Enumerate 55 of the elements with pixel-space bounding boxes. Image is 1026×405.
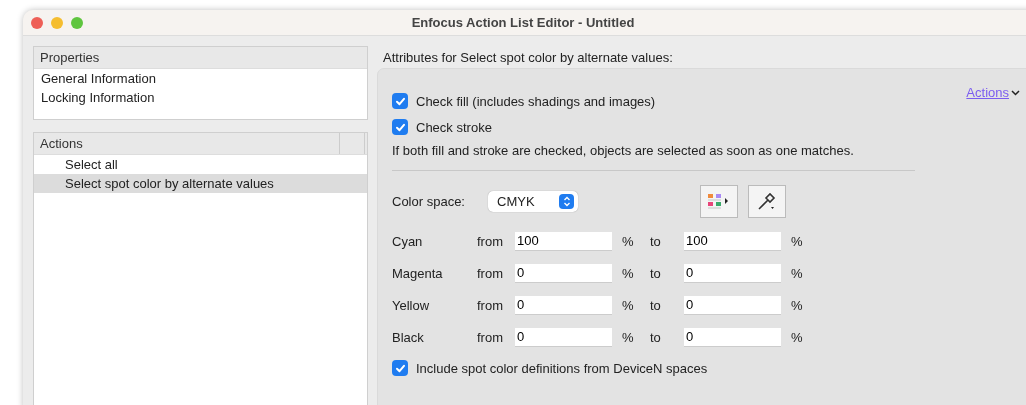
checkbox[interactable] [392,119,408,135]
close-button[interactable] [31,16,43,29]
checkbox-label: Check fill (includes shadings and images) [416,93,656,109]
unit-label: % [790,265,801,281]
actions-link[interactable]: Actions [966,85,1020,100]
channel-label: Cyan [392,233,424,249]
to-input[interactable]: 0 [684,295,781,315]
list-item[interactable]: Select spot color by alternate values [34,174,367,193]
window-title: Enfocus Action List Editor - Untitled [411,15,635,30]
to-label: to [650,233,662,249]
unit-label: % [621,329,635,345]
list-header: Properties [34,47,367,69]
swatches-button[interactable] [700,184,738,218]
to-label: to [650,265,662,281]
channel-label: Yellow [392,297,431,313]
from-input[interactable]: 100 [515,231,612,251]
channel-label: Magenta [392,265,444,281]
section-heading: Attributes for Select spot color by alternate values: [383,49,673,65]
from-label: from [477,297,504,313]
checkbox-label: Check stroke [416,119,492,135]
from-input[interactable]: 0 [515,327,612,347]
unit-label: % [790,329,801,345]
header-label: Actions [40,136,83,151]
list-item[interactable]: Select all [34,155,367,174]
checkmark-icon [394,121,406,133]
list-item[interactable]: General Information [34,69,367,88]
from-label: from [477,265,504,281]
field-label: Color space: [392,193,466,209]
channel-label: Black [392,329,425,345]
color-space-dropdown[interactable]: CMYK [488,190,578,212]
to-input[interactable]: 100 [684,231,781,251]
checkmark-icon [394,362,406,374]
zoom-button[interactable] [71,16,83,29]
eyedropper-button[interactable] [748,184,786,218]
to-input[interactable]: 0 [684,263,781,283]
unit-label: % [621,297,635,313]
checkmark-icon [394,95,406,107]
unit-label: % [621,233,635,249]
list-item[interactable]: Locking Information [34,88,367,107]
unit-label: % [790,297,801,313]
from-input[interactable]: 0 [515,295,612,315]
unit-label: % [621,265,635,281]
checkbox-label: Include spot color definitions from DeviceN spaces [416,360,708,376]
to-label: to [650,297,662,313]
chevron-icon [1011,89,1020,96]
from-label: from [477,329,504,345]
from-input[interactable]: 0 [515,263,612,283]
to-label: to [650,329,662,345]
checkbox[interactable] [392,93,408,109]
to-input[interactable]: 0 [684,327,781,347]
stepper-arrows-icon [562,195,571,207]
from-label: from [477,233,504,249]
checkbox[interactable] [392,360,408,376]
info-text: If both fill and stroke are checked, objects are selected as soon as one matches. [392,143,854,158]
unit-label: % [790,233,801,249]
